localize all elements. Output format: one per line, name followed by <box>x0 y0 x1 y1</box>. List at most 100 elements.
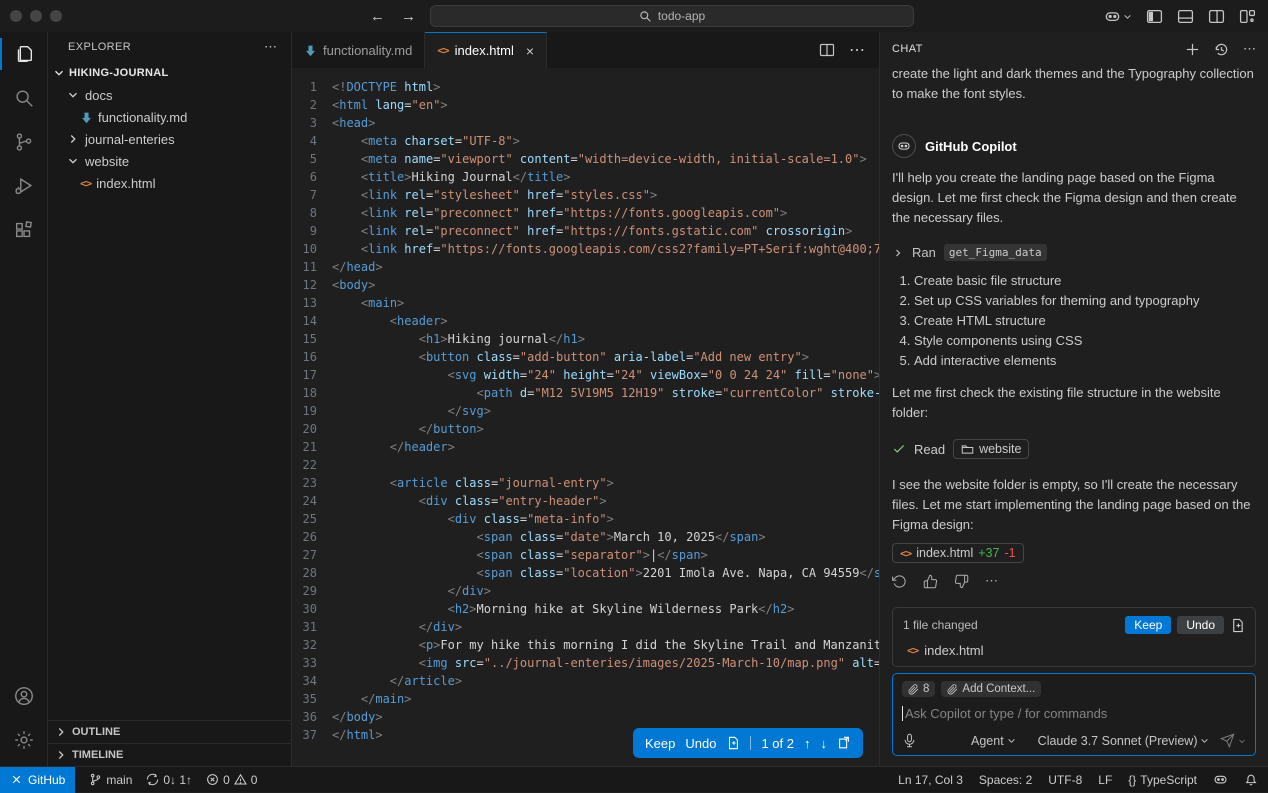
code-line-25[interactable]: 25 <div class="meta-info"> <box>292 510 879 528</box>
close-window-button[interactable] <box>10 10 22 22</box>
explorer-item-functionality-md[interactable]: functionality.md <box>48 106 291 128</box>
next-change-button[interactable]: ↓ <box>821 736 828 751</box>
send-button[interactable] <box>1220 733 1246 748</box>
code-line-23[interactable]: 23 <article class="journal-entry"> <box>292 474 879 492</box>
open-diff-icon[interactable] <box>837 736 851 750</box>
forward-button[interactable]: → <box>401 8 416 25</box>
source-control-activity-button[interactable] <box>0 120 48 164</box>
code-line-8[interactable]: 8 <link rel="preconnect" href="https://f… <box>292 204 879 222</box>
code-line-32[interactable]: 32 <p>For my hike this morning I did the… <box>292 636 879 654</box>
extensions-activity-button[interactable] <box>0 208 48 252</box>
editor-more-actions-button[interactable]: ⋯ <box>849 40 865 60</box>
explorer-item-docs[interactable]: docs <box>48 84 291 106</box>
code-line-18[interactable]: 18 <path d="M12 5V19M5 12H19" stroke="cu… <box>292 384 879 402</box>
language-indicator[interactable]: {} TypeScript <box>1128 773 1197 787</box>
code-line-33[interactable]: 33 <img src="../journal-enteries/images/… <box>292 654 879 672</box>
code-line-5[interactable]: 5 <meta name="viewport" content="width=d… <box>292 150 879 168</box>
customize-layout-button[interactable] <box>1239 8 1256 25</box>
command-center-search[interactable]: todo-app <box>430 5 914 27</box>
code-line-21[interactable]: 21 </header> <box>292 438 879 456</box>
code-line-35[interactable]: 35 </main> <box>292 690 879 708</box>
agent-mode-dropdown[interactable]: Agent <box>971 734 1016 748</box>
code-line-22[interactable]: 22 <box>292 456 879 474</box>
run-debug-activity-button[interactable] <box>0 164 48 208</box>
retry-button[interactable] <box>892 574 907 589</box>
code-line-36[interactable]: 36</body> <box>292 708 879 726</box>
code-line-30[interactable]: 30 <h2>Morning hike at Skyline Wildernes… <box>292 600 879 618</box>
keep-all-button[interactable]: Keep <box>1125 616 1171 634</box>
microphone-button[interactable] <box>902 733 917 748</box>
previous-change-button[interactable]: ↑ <box>804 736 811 751</box>
timeline-section[interactable]: TIMELINE <box>48 743 291 766</box>
copilot-status-button[interactable] <box>1213 772 1228 787</box>
changed-file-chip[interactable]: <> index.html +37 -1 <box>892 543 1024 563</box>
code-line-13[interactable]: 13 <main> <box>292 294 879 312</box>
model-picker-dropdown[interactable]: Claude 3.7 Sonnet (Preview) <box>1038 734 1210 748</box>
code-line-29[interactable]: 29 </div> <box>292 582 879 600</box>
chat-message-list[interactable]: css files. Use the Theme variable collec… <box>880 66 1268 603</box>
window-controls[interactable] <box>10 10 62 22</box>
code-line-9[interactable]: 9 <link rel="preconnect" href="https://f… <box>292 222 879 240</box>
view-changes-icon[interactable] <box>1230 618 1245 633</box>
explorer-item-index-html[interactable]: <>index.html <box>48 172 291 194</box>
code-line-27[interactable]: 27 <span class="separator">|</span> <box>292 546 879 564</box>
tab-index-html[interactable]: <> index.html × <box>425 32 547 68</box>
new-chat-button[interactable] <box>1185 42 1200 57</box>
notifications-button[interactable] <box>1244 773 1258 787</box>
code-line-10[interactable]: 10 <link href="https://fonts.googleapis.… <box>292 240 879 258</box>
code-line-14[interactable]: 14 <header> <box>292 312 879 330</box>
code-editor[interactable]: 1<!DOCTYPE html>2<html lang="en">3<head>… <box>292 68 879 744</box>
code-line-3[interactable]: 3<head> <box>292 114 879 132</box>
explorer-root-folder[interactable]: HIKING-JOURNAL <box>48 62 291 84</box>
code-line-7[interactable]: 7 <link rel="stylesheet" href="styles.cs… <box>292 186 879 204</box>
branch-indicator[interactable]: main <box>89 773 132 787</box>
code-line-16[interactable]: 16 <button class="add-button" aria-label… <box>292 348 879 366</box>
chat-more-actions-button[interactable]: ⋯ <box>1243 41 1256 57</box>
toggle-secondary-sidebar-button[interactable] <box>1208 8 1225 25</box>
code-line-31[interactable]: 31 </div> <box>292 618 879 636</box>
encoding-indicator[interactable]: UTF-8 <box>1048 773 1082 787</box>
code-line-26[interactable]: 26 <span class="date">March 10, 2025</sp… <box>292 528 879 546</box>
tab-functionality-md[interactable]: functionality.md <box>292 32 425 68</box>
chat-input-box[interactable]: 8 Add Context... Ask Copilot or type / f… <box>892 673 1256 756</box>
explorer-item-website[interactable]: website <box>48 150 291 172</box>
code-line-17[interactable]: 17 <svg width="24" height="24" viewBox="… <box>292 366 879 384</box>
explorer-activity-button[interactable] <box>0 32 48 76</box>
tool-read-row[interactable]: Read website <box>892 439 1256 459</box>
minimize-window-button[interactable] <box>30 10 42 22</box>
message-more-actions-button[interactable]: ⋯ <box>985 573 998 589</box>
thumbs-down-button[interactable] <box>954 574 969 589</box>
maximize-window-button[interactable] <box>50 10 62 22</box>
outline-section[interactable]: OUTLINE <box>48 720 291 743</box>
undo-button[interactable]: Undo <box>685 736 716 751</box>
open-changes-file-icon[interactable] <box>726 736 740 750</box>
eol-indicator[interactable]: LF <box>1098 773 1112 787</box>
back-button[interactable]: ← <box>370 8 385 25</box>
problems-indicator[interactable]: 0 0 <box>206 773 257 787</box>
code-line-1[interactable]: 1<!DOCTYPE html> <box>292 78 879 96</box>
remote-indicator[interactable]: GitHub <box>0 767 75 793</box>
code-line-19[interactable]: 19 </svg> <box>292 402 879 420</box>
explorer-item-journal-enteries[interactable]: journal-enteries <box>48 128 291 150</box>
code-line-28[interactable]: 28 <span class="location">2201 Imola Ave… <box>292 564 879 582</box>
code-line-6[interactable]: 6 <title>Hiking Journal</title> <box>292 168 879 186</box>
toggle-primary-sidebar-button[interactable] <box>1146 8 1163 25</box>
code-line-34[interactable]: 34 </article> <box>292 672 879 690</box>
accounts-button[interactable] <box>0 674 48 718</box>
changed-file-row[interactable]: <> index.html <box>903 643 1245 658</box>
search-activity-button[interactable] <box>0 76 48 120</box>
code-line-4[interactable]: 4 <meta charset="UTF-8"> <box>292 132 879 150</box>
keep-button[interactable]: Keep <box>645 736 675 751</box>
chat-history-button[interactable] <box>1214 42 1229 57</box>
code-line-11[interactable]: 11</head> <box>292 258 879 276</box>
read-target-chip[interactable]: website <box>953 439 1029 459</box>
sync-indicator[interactable]: 0↓ 1↑ <box>146 773 192 787</box>
code-line-2[interactable]: 2<html lang="en"> <box>292 96 879 114</box>
thumbs-up-button[interactable] <box>923 574 938 589</box>
tool-run-row[interactable]: Ran get_Figma_data <box>892 244 1256 261</box>
code-line-24[interactable]: 24 <div class="entry-header"> <box>292 492 879 510</box>
add-context-button[interactable]: Add Context... <box>941 681 1041 697</box>
copilot-menu-button[interactable] <box>1104 8 1132 25</box>
indentation-indicator[interactable]: Spaces: 2 <box>979 773 1032 787</box>
undo-all-button[interactable]: Undo <box>1177 616 1224 634</box>
